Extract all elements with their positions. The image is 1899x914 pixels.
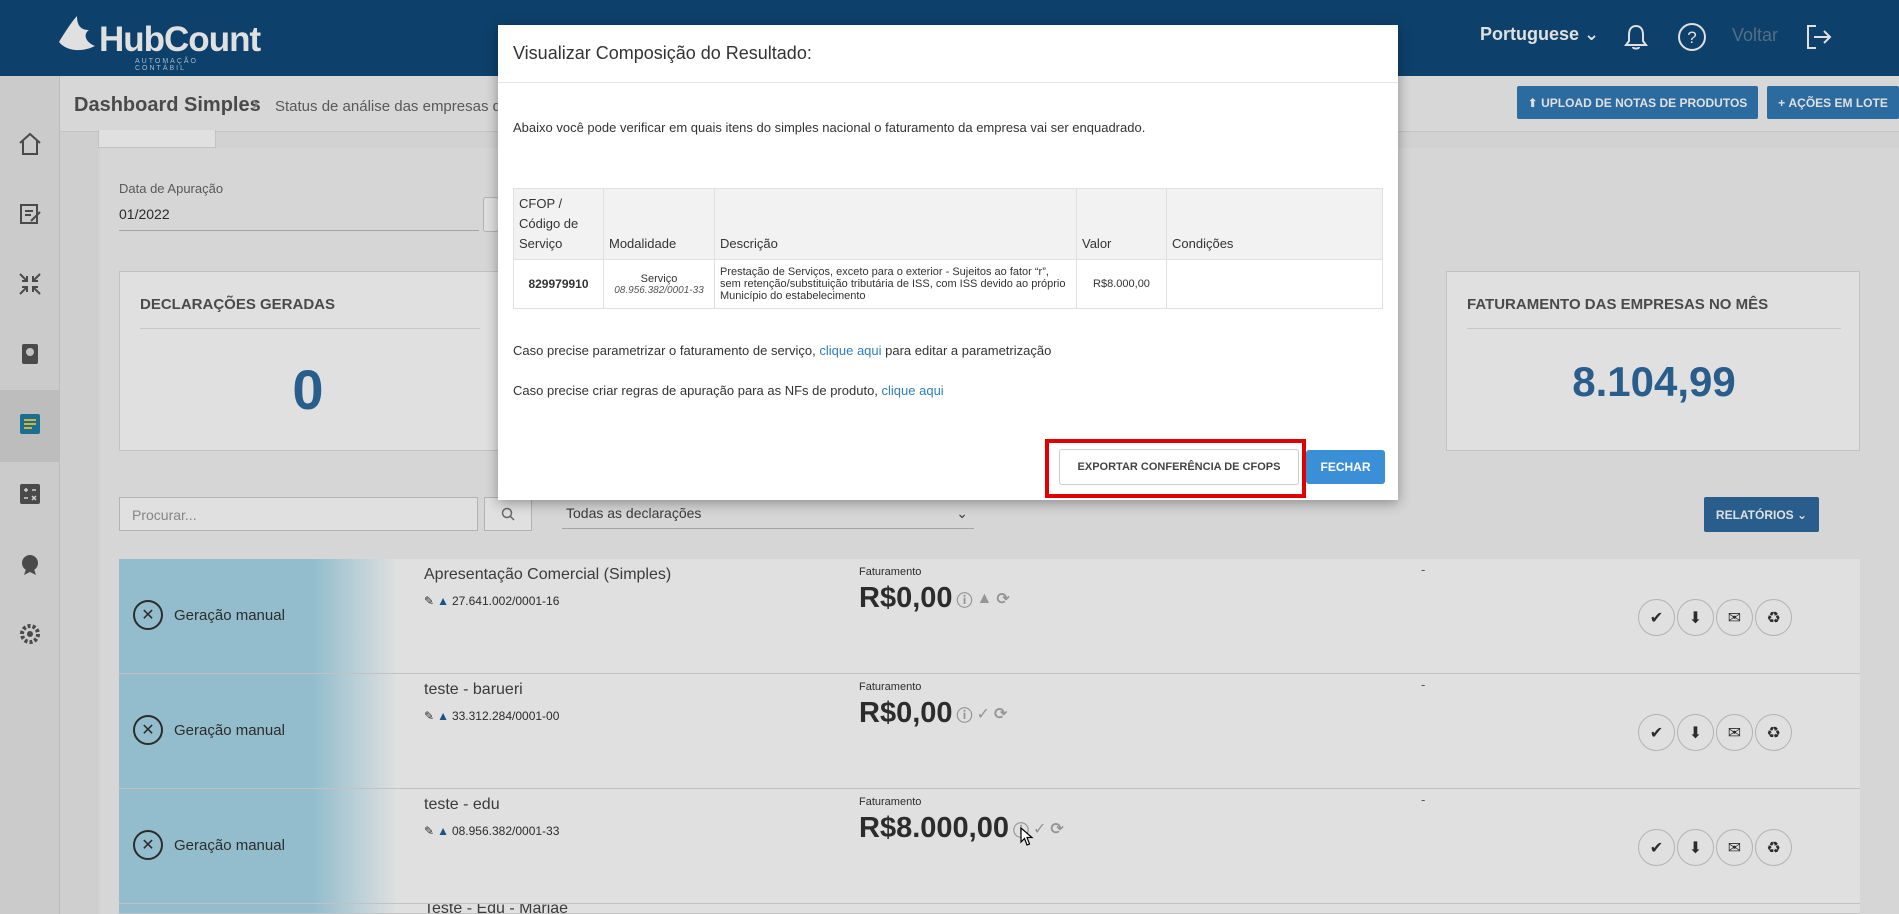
result-composition-modal: Visualizar Composição do Resultado: Abai… [498, 25, 1398, 500]
modal-header: Visualizar Composição do Resultado: [498, 25, 1398, 83]
modal-intro: Abaixo você pode verificar em quais iten… [513, 120, 1146, 135]
table-row: 829979910 Serviço 08.956.382/0001-33 Pre… [513, 259, 1383, 309]
modality-cell: Serviço 08.956.382/0001-33 [603, 259, 715, 309]
export-cfops-button[interactable]: EXPORTAR CONFERÊNCIA DE CFOPS [1059, 449, 1299, 485]
modality-cnpj: 08.956.382/0001-33 [614, 284, 704, 296]
composition-table: CFOP / Código de Serviço Modalidade Desc… [513, 188, 1383, 309]
col-header-value: Valor [1076, 188, 1167, 260]
cfop-code-cell: 829979910 [513, 259, 604, 309]
description-cell: Prestação de Serviços, exceto para o ext… [714, 259, 1077, 309]
service-param-link[interactable]: clique aqui [819, 343, 881, 358]
service-param-suffix: para editar a parametrização [881, 343, 1052, 358]
product-rules-text: Caso precise criar regras de apuração pa… [513, 383, 882, 398]
service-param-info: Caso precise parametrizar o faturamento … [513, 343, 1051, 358]
service-param-text: Caso precise parametrizar o faturamento … [513, 343, 820, 358]
col-header-conditions: Condições [1166, 188, 1383, 260]
conditions-cell [1166, 259, 1383, 309]
col-header-modality: Modalidade [603, 188, 715, 260]
modality-value: Serviço [640, 272, 678, 285]
table-header-row: CFOP / Código de Serviço Modalidade Desc… [513, 188, 1383, 260]
modal-title: Visualizar Composição do Resultado: [513, 43, 812, 63]
product-rules-info: Caso precise criar regras de apuração pa… [513, 383, 944, 398]
col-header-description: Descrição [714, 188, 1077, 260]
mouse-cursor-icon [1020, 827, 1034, 846]
value-cell: R$8.000,00 [1076, 259, 1167, 309]
close-button[interactable]: FECHAR [1306, 450, 1385, 484]
product-rules-link[interactable]: clique aqui [882, 383, 944, 398]
col-header-cfop: CFOP / Código de Serviço [513, 188, 604, 260]
